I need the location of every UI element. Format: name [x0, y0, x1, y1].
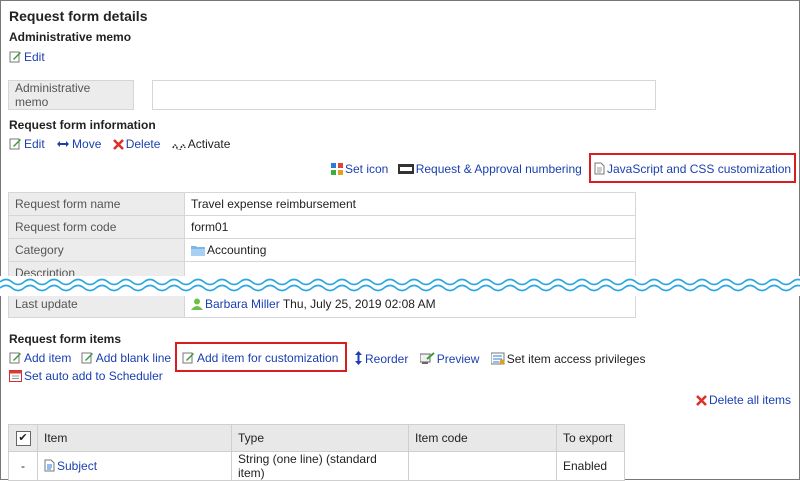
document-icon	[44, 459, 55, 472]
reorder-label: Reorder	[365, 352, 409, 366]
scheduler-link[interactable]: Set auto add to Scheduler	[9, 369, 163, 383]
numbering-link[interactable]: Request & Approval numbering	[397, 162, 582, 176]
omission-wave-divider	[0, 278, 800, 292]
grid-icon	[331, 163, 343, 175]
info-value-code: form01	[184, 215, 636, 239]
add-item-for-customization-link[interactable]: Add item for customization	[182, 351, 338, 365]
add-item-icon	[9, 352, 21, 364]
info-label-code: Request form code	[8, 215, 185, 239]
wave-line	[0, 284, 800, 292]
delete-all-items-link[interactable]: Delete all items	[696, 393, 791, 407]
move-arrows-icon	[57, 141, 70, 147]
select-all-checkbox[interactable]: ✔	[15, 431, 31, 446]
access-privileges-icon	[490, 352, 505, 365]
row-item: Subject	[37, 451, 232, 481]
add-item-link[interactable]: Add item	[9, 351, 71, 365]
info-activate-label: Activate	[187, 137, 231, 151]
add-blank-line-label: Add blank line	[95, 351, 172, 365]
header-type: Type	[231, 424, 409, 452]
row-item-link[interactable]: Subject	[57, 459, 97, 473]
items-action-bar: Add item Add blank line	[9, 351, 171, 365]
items-action-bar-right: Reorder Preview Set item access privileg…	[354, 351, 645, 366]
edit-icon	[9, 138, 21, 150]
info-value-category: Accounting	[184, 238, 636, 262]
info-row-category: Category Accounting	[8, 238, 636, 262]
info-activate-link[interactable]: Activate	[172, 137, 231, 151]
js-css-customization-link[interactable]: JavaScript and CSS customization	[594, 162, 791, 176]
wave-line	[0, 278, 800, 286]
add-custom-item-icon	[182, 352, 194, 364]
set-icon-link[interactable]: Set icon	[331, 162, 388, 176]
info-edit-link[interactable]: Edit	[9, 137, 45, 151]
header-to-export: To export	[556, 424, 625, 452]
preview-label: Preview	[436, 352, 480, 366]
info-label-name: Request form name	[8, 192, 185, 216]
admin-memo-edit-link[interactable]: Edit	[9, 50, 45, 64]
info-row-name: Request form name Travel expense reimbur…	[8, 192, 636, 216]
table-row: - Subject String (one line) (standard it…	[8, 451, 625, 481]
admin-memo-edit-label: Edit	[24, 50, 45, 64]
reorder-link[interactable]: Reorder	[354, 351, 409, 366]
info-table: Request form name Travel expense reimbur…	[8, 192, 636, 318]
items-section-title: Request form items	[9, 332, 122, 346]
edit-icon	[9, 51, 21, 63]
info-section-title: Request form information	[9, 118, 156, 132]
page-title: Request form details	[9, 8, 148, 24]
info-delete-link[interactable]: Delete	[112, 137, 161, 151]
info-tools-bar: Set icon Request & Approval numbering	[331, 162, 582, 176]
preview-icon	[419, 352, 435, 364]
document-icon	[594, 162, 605, 175]
header-item-code: Item code	[408, 424, 557, 452]
admin-memo-row: Administrative memo	[8, 80, 656, 110]
admin-memo-section-title: Administrative memo	[9, 30, 132, 44]
scheduler-label: Set auto add to Scheduler	[24, 369, 163, 383]
row-type: String (one line) (standard item)	[231, 451, 409, 481]
folder-icon	[191, 246, 205, 256]
customization-label: JavaScript and CSS customization	[607, 162, 792, 176]
info-move-label: Move	[72, 137, 102, 151]
access-privileges-link[interactable]: Set item access privileges	[490, 352, 646, 366]
calendar-icon	[9, 370, 22, 382]
info-move-link[interactable]: Move	[56, 137, 101, 151]
preview-link[interactable]: Preview	[419, 352, 480, 366]
info-label-category: Category	[8, 238, 185, 262]
row-item-code	[408, 451, 557, 481]
category-value-text: Accounting	[207, 243, 267, 257]
delete-all-label: Delete all items	[709, 393, 792, 407]
admin-memo-table: Administrative memo	[8, 80, 656, 110]
activate-icon	[172, 144, 186, 150]
admin-memo-field-value	[152, 80, 656, 110]
access-privileges-label: Set item access privileges	[506, 352, 646, 366]
row-check: -	[8, 451, 38, 481]
admin-memo-field-label: Administrative memo	[8, 80, 134, 110]
last-update-timestamp: Thu, July 25, 2019 02:08 AM	[282, 297, 436, 311]
header-check[interactable]: ✔	[8, 424, 38, 452]
add-blank-line-link[interactable]: Add blank line	[81, 351, 171, 365]
info-edit-label: Edit	[24, 137, 45, 151]
set-icon-label: Set icon	[345, 162, 389, 176]
last-update-user-link[interactable]: Barbara Miller	[205, 297, 280, 311]
header-item: Item	[37, 424, 232, 452]
info-value-name: Travel expense reimbursement	[184, 192, 636, 216]
add-blank-line-icon	[81, 352, 93, 364]
row-to-export: Enabled	[556, 451, 625, 481]
info-row-code: Request form code form01	[8, 215, 636, 239]
numbering-label: Request & Approval numbering	[415, 162, 582, 176]
info-delete-label: Delete	[125, 137, 161, 151]
reorder-icon	[355, 351, 362, 365]
add-custom-label: Add item for customization	[197, 351, 339, 365]
user-icon	[191, 298, 203, 310]
info-action-bar: Edit Move Delete Activate	[9, 137, 230, 151]
numbering-icon	[397, 164, 414, 174]
items-table: ✔ Item Type Item code To export - Subjec…	[8, 424, 625, 481]
delete-x-icon	[112, 139, 124, 150]
items-table-header: ✔ Item Type Item code To export	[8, 424, 625, 452]
delete-x-icon	[696, 395, 707, 406]
add-item-label: Add item	[24, 351, 72, 365]
